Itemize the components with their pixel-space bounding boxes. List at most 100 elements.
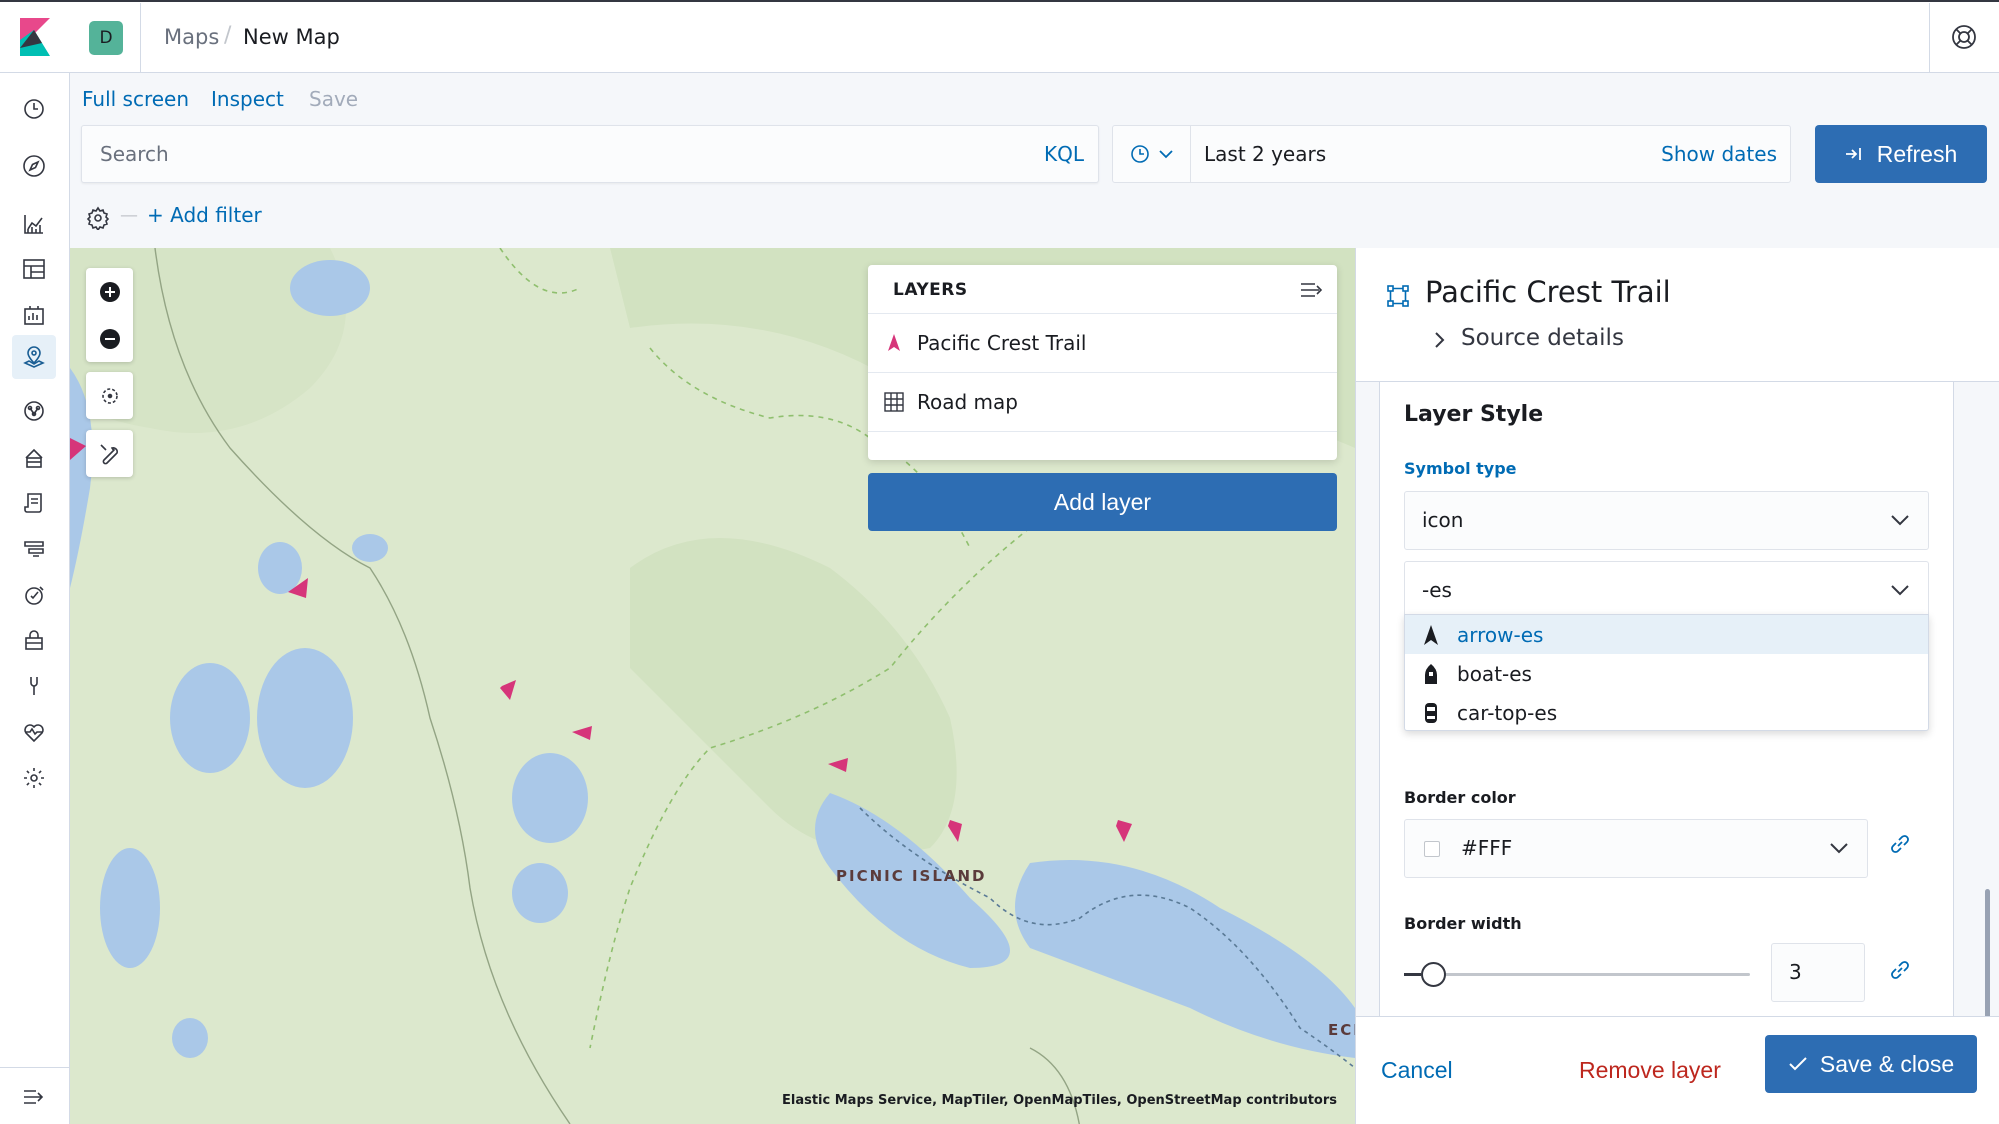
save-close-button[interactable]: Save & close — [1765, 1035, 1977, 1093]
breadcrumb-current: New Map — [243, 25, 340, 49]
wrench-icon — [99, 443, 118, 464]
remove-layer-button[interactable]: Remove layer — [1579, 1057, 1721, 1084]
symbol-type-label: Symbol type — [1404, 459, 1517, 478]
icon-option-label: boat-es — [1457, 662, 1532, 686]
set-view-button[interactable] — [86, 372, 133, 419]
show-dates-link[interactable]: Show dates — [1661, 142, 1777, 166]
refresh-label: Refresh — [1876, 140, 1958, 167]
search-input[interactable]: Search KQL — [81, 125, 1099, 183]
symbol-type-select[interactable]: icon — [1404, 491, 1929, 550]
quick-select-button[interactable] — [1113, 126, 1191, 182]
link-icon[interactable] — [1887, 831, 1913, 857]
refresh-icon — [1845, 148, 1861, 160]
layer-row[interactable]: Road map — [868, 372, 1337, 431]
layer-row[interactable]: Pacific Crest Trail — [868, 313, 1337, 372]
vector-layer-icon — [1387, 285, 1409, 307]
dashboard-icon[interactable] — [20, 255, 48, 283]
plus-circle-icon — [99, 281, 120, 302]
kibana-logo-icon[interactable] — [20, 18, 50, 56]
clock-icon[interactable] — [20, 95, 48, 123]
link-icon[interactable] — [1887, 957, 1913, 983]
layer-name: Road map — [917, 390, 1018, 414]
date-range-text[interactable]: Last 2 years — [1204, 142, 1326, 166]
icon-combobox[interactable]: -es — [1404, 561, 1929, 620]
uptime-icon[interactable] — [20, 581, 48, 609]
wrench-tools-button[interactable] — [86, 430, 133, 477]
devtools-icon[interactable] — [20, 672, 48, 700]
trail-marker — [70, 438, 86, 460]
full-screen-link[interactable]: Full screen — [82, 87, 189, 111]
infrastructure-icon[interactable] — [20, 444, 48, 472]
zoom-out-button[interactable] — [86, 315, 133, 362]
side-nav — [0, 73, 70, 1124]
monitoring-icon[interactable] — [20, 718, 48, 746]
canvas-icon[interactable] — [20, 301, 48, 329]
zoom-in-button[interactable] — [86, 268, 133, 315]
trail-marker — [500, 680, 516, 700]
visualize-icon[interactable] — [20, 210, 48, 238]
inspect-link[interactable]: Inspect — [211, 87, 284, 111]
query-language-button[interactable]: KQL — [1044, 142, 1084, 166]
slider-thumb[interactable] — [1421, 962, 1446, 987]
place-label: ECI — [1328, 1021, 1355, 1039]
add-filter-button[interactable]: + Add filter — [147, 203, 262, 227]
space-avatar[interactable]: D — [89, 21, 123, 55]
apm-icon[interactable] — [20, 535, 48, 563]
help-icon[interactable] — [1951, 24, 1977, 50]
trail-marker — [288, 578, 308, 598]
place-label: PICNIC ISLAND — [836, 867, 987, 885]
slider-fill — [1404, 973, 1421, 976]
border-width-input[interactable]: 3 — [1771, 943, 1865, 1002]
layers-panel: LAYERS Pacific Crest Trail Road map — [868, 265, 1337, 460]
ml-icon[interactable] — [20, 397, 48, 425]
breadcrumb-separator: / — [224, 23, 232, 48]
boat-icon — [1425, 664, 1437, 684]
maps-icon[interactable] — [12, 335, 56, 379]
minus-circle-icon — [99, 328, 120, 349]
chevron-down-icon — [1830, 843, 1848, 854]
layer-style-card: Layer Style Symbol type icon -es Border … — [1379, 382, 1954, 1016]
border-color-picker[interactable]: #FFF — [1404, 819, 1868, 878]
border-color-label: Border color — [1404, 788, 1516, 807]
border-color-value: #FFF — [1461, 836, 1513, 860]
collapse-nav-icon[interactable] — [20, 1083, 48, 1111]
filter-separator: — — [120, 205, 138, 226]
logs-icon[interactable] — [20, 489, 48, 517]
section-title: Layer Style — [1404, 402, 1544, 427]
add-layer-button[interactable]: Add layer — [868, 473, 1337, 531]
compass-icon[interactable] — [20, 152, 48, 180]
save-link: Save — [309, 87, 359, 111]
icon-option[interactable]: boat-es — [1405, 654, 1928, 693]
management-icon[interactable] — [20, 764, 48, 792]
refresh-button[interactable]: Refresh — [1815, 125, 1987, 183]
header-divider — [140, 3, 141, 74]
crosshair-icon — [101, 387, 118, 404]
siem-icon[interactable] — [20, 626, 48, 654]
border-width-slider[interactable] — [1404, 962, 1750, 987]
chevron-right-icon[interactable] — [1432, 330, 1448, 350]
icon-search-value[interactable]: -es — [1422, 578, 1452, 602]
layer-title: Pacific Crest Trail — [1425, 275, 1671, 309]
layer-name: Pacific Crest Trail — [917, 331, 1087, 355]
layers-title: LAYERS — [893, 280, 968, 300]
symbol-type-value: icon — [1422, 508, 1464, 532]
panel-footer: Cancel Remove layer Save & close — [1356, 1016, 1999, 1124]
breadcrumb-maps[interactable]: Maps — [164, 25, 219, 49]
gear-icon[interactable] — [86, 206, 110, 230]
source-details-toggle[interactable]: Source details — [1461, 325, 1624, 351]
icon-option-label: car-top-es — [1457, 701, 1558, 725]
icon-options-list: arrow-es boat-es car-top-es — [1404, 614, 1929, 731]
icon-option[interactable]: arrow-es — [1405, 615, 1928, 654]
save-close-label: Save & close — [1819, 1050, 1955, 1077]
collapse-panel-icon[interactable] — [1299, 279, 1325, 301]
date-picker[interactable]: Last 2 years Show dates — [1112, 125, 1791, 183]
map-attribution: Elastic Maps Service, MapTiler, OpenMapT… — [782, 1093, 1337, 1108]
trail-marker — [572, 726, 592, 740]
cancel-button[interactable]: Cancel — [1381, 1057, 1453, 1084]
trail-marker — [948, 820, 962, 842]
arrow-marker-icon — [888, 334, 900, 351]
header-divider — [1929, 3, 1930, 74]
top-header: D Maps / New Map — [0, 0, 1999, 74]
icon-option[interactable]: car-top-es — [1405, 693, 1928, 732]
trail-marker — [1116, 820, 1132, 842]
